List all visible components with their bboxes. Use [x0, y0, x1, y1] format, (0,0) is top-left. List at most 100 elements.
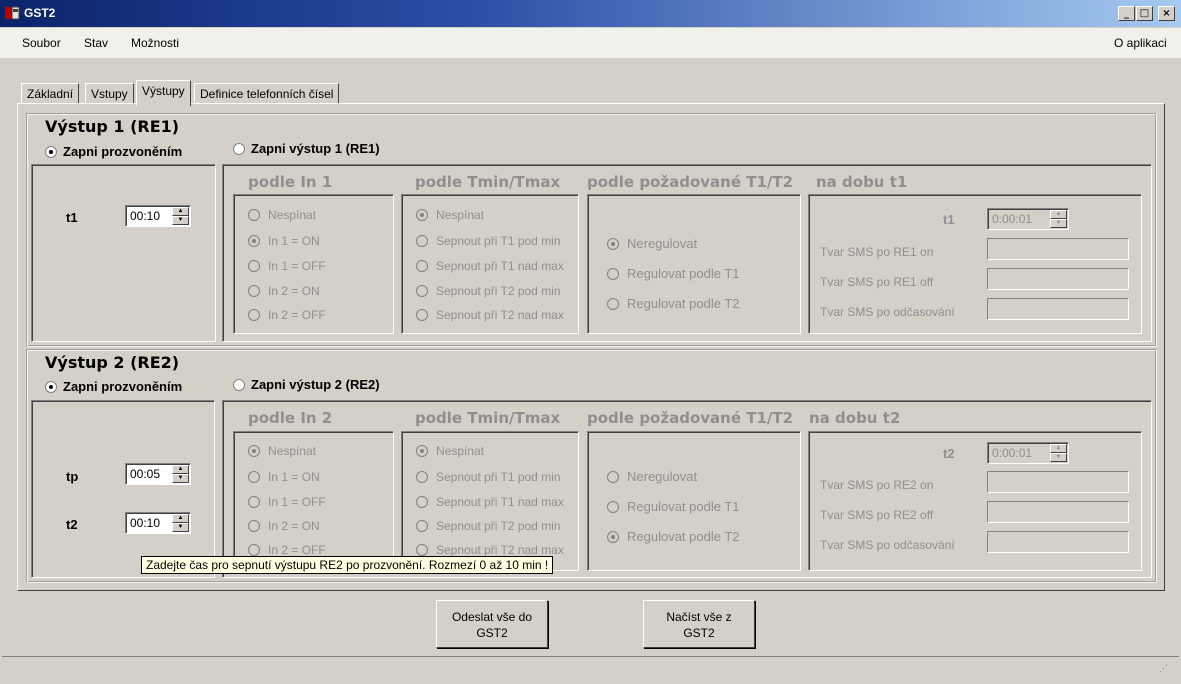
- spin-up-icon[interactable]: ▲: [172, 465, 189, 474]
- output-2-tm-opt[interactable]: Sepnout při T1 pod min: [416, 469, 561, 484]
- option-label: Nespínat: [436, 443, 485, 458]
- spin-down-icon[interactable]: ▼: [172, 523, 189, 532]
- radio[interactable]: [416, 470, 428, 483]
- radio[interactable]: [416, 234, 428, 247]
- output-2-in-opt[interactable]: In 1 = OFF: [248, 494, 326, 509]
- output-2-t2-spinner[interactable]: 00:10 ▲ ▼: [125, 512, 191, 534]
- radio[interactable]: [607, 237, 619, 250]
- output-2-tp-spinner[interactable]: 00:05 ▲ ▼: [125, 463, 191, 485]
- output-1-tm-opt[interactable]: Nespínat: [416, 207, 484, 222]
- menu-moznosti[interactable]: Možnosti: [131, 36, 179, 50]
- title-bar[interactable]: GST2 _ □ ×: [0, 0, 1181, 27]
- output-1-in-opt[interactable]: In 1 = OFF: [248, 258, 326, 273]
- output-1-sms-timeout-field[interactable]: [987, 298, 1129, 320]
- output-2-tm-opt[interactable]: Sepnout při T1 nad max: [416, 494, 564, 509]
- output-1-tm-opt[interactable]: Sepnout při T1 nad max: [416, 258, 564, 273]
- spin-down-icon[interactable]: ▼: [1050, 453, 1067, 462]
- radio[interactable]: [416, 308, 428, 321]
- output-2-in-opt[interactable]: Nespínat: [248, 443, 316, 458]
- radio[interactable]: [607, 297, 619, 310]
- output-2-mode-ring-radio[interactable]: [45, 380, 57, 393]
- output-2-reg-opt[interactable]: Regulovat podle T2: [607, 528, 740, 544]
- tab-definice-telefonnich-cisel[interactable]: Definice telefonních čísel: [194, 83, 340, 105]
- radio[interactable]: [248, 519, 260, 532]
- send-all-label-line1: Odeslat vše do: [451, 610, 533, 624]
- output-1-tm-opt[interactable]: Sepnout při T2 pod min: [416, 283, 561, 298]
- output-1-duration-spinner[interactable]: 0:00:01 ▲ ▼: [987, 208, 1069, 230]
- output-2-in-opt[interactable]: In 1 = ON: [248, 469, 320, 484]
- output-1-sms-off-field[interactable]: [987, 268, 1129, 290]
- output-2-tm-opt[interactable]: Sepnout při T2 pod min: [416, 518, 561, 533]
- radio[interactable]: [607, 530, 619, 543]
- output-2-duration-spinner[interactable]: 0:00:01 ▲ ▼: [987, 442, 1069, 464]
- output-1-sms-off-label: Tvar SMS po RE1 off: [820, 275, 934, 289]
- send-all-button[interactable]: Odeslat vše do GST2: [436, 600, 548, 648]
- output-1-mode-manual[interactable]: Zapni výstup 1 (RE1): [233, 141, 380, 156]
- spin-down-icon[interactable]: ▼: [172, 474, 189, 483]
- radio[interactable]: [607, 267, 619, 280]
- output-1-in-opt[interactable]: In 2 = OFF: [248, 307, 326, 322]
- output-2-sms-timeout-field[interactable]: [987, 531, 1129, 553]
- menu-stav[interactable]: Stav: [84, 36, 108, 50]
- close-button[interactable]: ×: [1158, 6, 1175, 21]
- output-1-in-opt[interactable]: In 1 = ON: [248, 233, 320, 248]
- output-2-tm-opt[interactable]: Nespínat: [416, 443, 484, 458]
- output-2-in-opt[interactable]: In 2 = OFF: [248, 542, 326, 557]
- radio[interactable]: [248, 284, 260, 297]
- radio[interactable]: [416, 284, 428, 297]
- output-2-sms-off-field[interactable]: [987, 501, 1129, 523]
- output-1-in-opt[interactable]: In 2 = ON: [248, 283, 320, 298]
- output-2-mode-ring[interactable]: Zapni prozvoněním: [45, 379, 182, 394]
- output-1-t1-spinner[interactable]: 00:10 ▲ ▼: [125, 205, 191, 227]
- spin-down-icon[interactable]: ▼: [1050, 219, 1067, 228]
- output-2-reg-opt[interactable]: Neregulovat: [607, 468, 697, 484]
- spin-up-icon[interactable]: ▲: [172, 207, 189, 216]
- tab-zakladni[interactable]: Základní: [21, 83, 80, 105]
- radio[interactable]: [248, 495, 260, 508]
- radio[interactable]: [248, 543, 260, 556]
- radio[interactable]: [248, 259, 260, 272]
- output-1-tm-opt[interactable]: Sepnout při T1 pod min: [416, 233, 561, 248]
- output-1-mode-ring-radio[interactable]: [45, 145, 57, 158]
- menu-o-aplikaci[interactable]: O aplikaci: [1114, 36, 1167, 50]
- radio[interactable]: [416, 259, 428, 272]
- tab-vystupy[interactable]: Výstupy: [136, 80, 191, 106]
- output-2-mode-manual-radio[interactable]: [233, 378, 245, 391]
- tab-vstupy[interactable]: Vstupy: [85, 83, 134, 105]
- radio[interactable]: [248, 208, 260, 221]
- spin-up-icon[interactable]: ▲: [1050, 210, 1067, 219]
- resize-grip-icon[interactable]: ⋰: [1159, 663, 1171, 675]
- output-1-mode-ring[interactable]: Zapni prozvoněním: [45, 144, 182, 159]
- radio[interactable]: [416, 495, 428, 508]
- radio[interactable]: [248, 308, 260, 321]
- radio[interactable]: [416, 519, 428, 532]
- radio[interactable]: [248, 470, 260, 483]
- output-2-sms-on-field[interactable]: [987, 471, 1129, 493]
- output-1-reg-opt[interactable]: Regulovat podle T2: [607, 295, 740, 311]
- radio[interactable]: [248, 444, 260, 457]
- output-1-in-opt[interactable]: Nespínat: [248, 207, 316, 222]
- output-1-reg-opt[interactable]: Regulovat podle T1: [607, 265, 740, 281]
- output-1-regulation-header: podle požadované T1/T2: [587, 173, 794, 191]
- spin-down-icon[interactable]: ▼: [172, 216, 189, 225]
- minimize-button[interactable]: _: [1118, 6, 1135, 21]
- spin-up-icon[interactable]: ▲: [172, 514, 189, 523]
- maximize-button[interactable]: □: [1136, 6, 1153, 21]
- output-2-mode-manual[interactable]: Zapni výstup 2 (RE2): [233, 377, 380, 392]
- output-1-sms-on-field[interactable]: [987, 238, 1129, 260]
- output-1-tm-opt[interactable]: Sepnout při T2 nad max: [416, 307, 564, 322]
- radio[interactable]: [416, 444, 428, 457]
- radio[interactable]: [607, 500, 619, 513]
- output-2-in-opt[interactable]: In 2 = ON: [248, 518, 320, 533]
- output-1-reg-opt[interactable]: Neregulovat: [607, 235, 697, 251]
- output-1-mode-manual-radio[interactable]: [233, 142, 245, 155]
- menu-soubor[interactable]: Soubor: [22, 36, 61, 50]
- output-2-tm-opt[interactable]: Sepnout při T2 nad max: [416, 542, 564, 557]
- output-2-reg-opt[interactable]: Regulovat podle T1: [607, 498, 740, 514]
- load-all-button[interactable]: Načíst vše z GST2: [643, 600, 755, 648]
- radio[interactable]: [607, 470, 619, 483]
- radio[interactable]: [248, 234, 260, 247]
- radio[interactable]: [416, 208, 428, 221]
- spin-up-icon[interactable]: ▲: [1050, 444, 1067, 453]
- radio[interactable]: [416, 543, 428, 556]
